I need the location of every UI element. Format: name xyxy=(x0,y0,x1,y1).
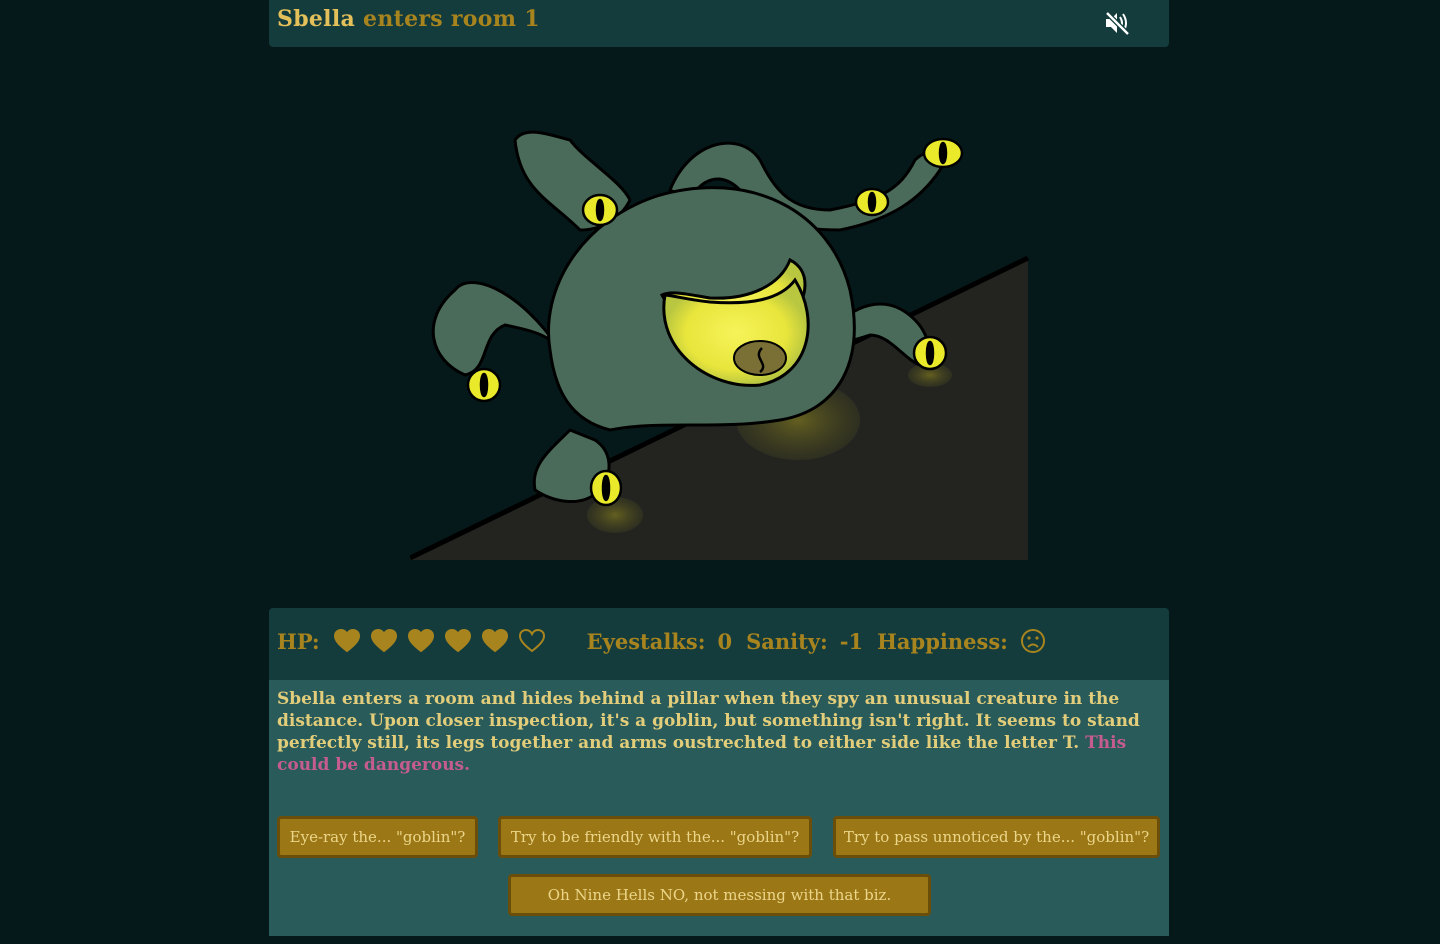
heart-full-icon xyxy=(333,629,360,653)
heart-full-icon xyxy=(407,629,434,653)
story-panel: Sbella enters a room and hides behind a … xyxy=(269,680,1169,936)
sanity-label: Sanity: xyxy=(746,628,828,654)
room-text: enters room 1 xyxy=(363,6,540,32)
heart-full-icon xyxy=(481,629,508,653)
character-name: Sbella xyxy=(277,6,356,32)
choice-eye-ray-button[interactable]: Eye-ray the... "goblin"? xyxy=(277,816,478,858)
heart-full-icon xyxy=(370,629,397,653)
volume-mute-icon[interactable] xyxy=(1103,10,1131,36)
sad-face-icon xyxy=(1020,629,1045,653)
heart-full-icon xyxy=(444,629,471,653)
eyestalks-value: 0 xyxy=(717,628,733,654)
room-title: Sbella enters room 1 xyxy=(277,6,540,32)
heart-empty-icon xyxy=(518,629,545,653)
sanity-value: -1 xyxy=(839,628,864,654)
choice-flee-button[interactable]: Oh Nine Hells NO, not messing with that … xyxy=(508,874,931,916)
beholder-illustration xyxy=(410,130,1030,560)
hp-hearts xyxy=(333,629,545,653)
story-text: Sbella enters a room and hides behind a … xyxy=(277,688,1157,776)
hp-label: HP: xyxy=(277,628,320,654)
happiness-label: Happiness: xyxy=(877,628,1008,654)
choice-sneak-button[interactable]: Try to pass unnoticed by the... "goblin"… xyxy=(833,816,1160,858)
header-bar: Sbella enters room 1 xyxy=(269,0,1169,47)
stats-panel: HP: Eyestalks: 0 Sanity: -1 Happiness: xyxy=(269,608,1169,680)
stats-row: HP: Eyestalks: 0 Sanity: -1 Happiness: xyxy=(277,628,1046,654)
choice-friendly-button[interactable]: Try to be friendly with the... "goblin"? xyxy=(498,816,812,858)
game-screen: Sbella enters room 1 HP: Eyestalks: 0 Sa… xyxy=(0,0,1440,944)
eyestalks-label: Eyestalks: xyxy=(586,628,706,654)
story-body: Sbella enters a room and hides behind a … xyxy=(277,689,1140,753)
